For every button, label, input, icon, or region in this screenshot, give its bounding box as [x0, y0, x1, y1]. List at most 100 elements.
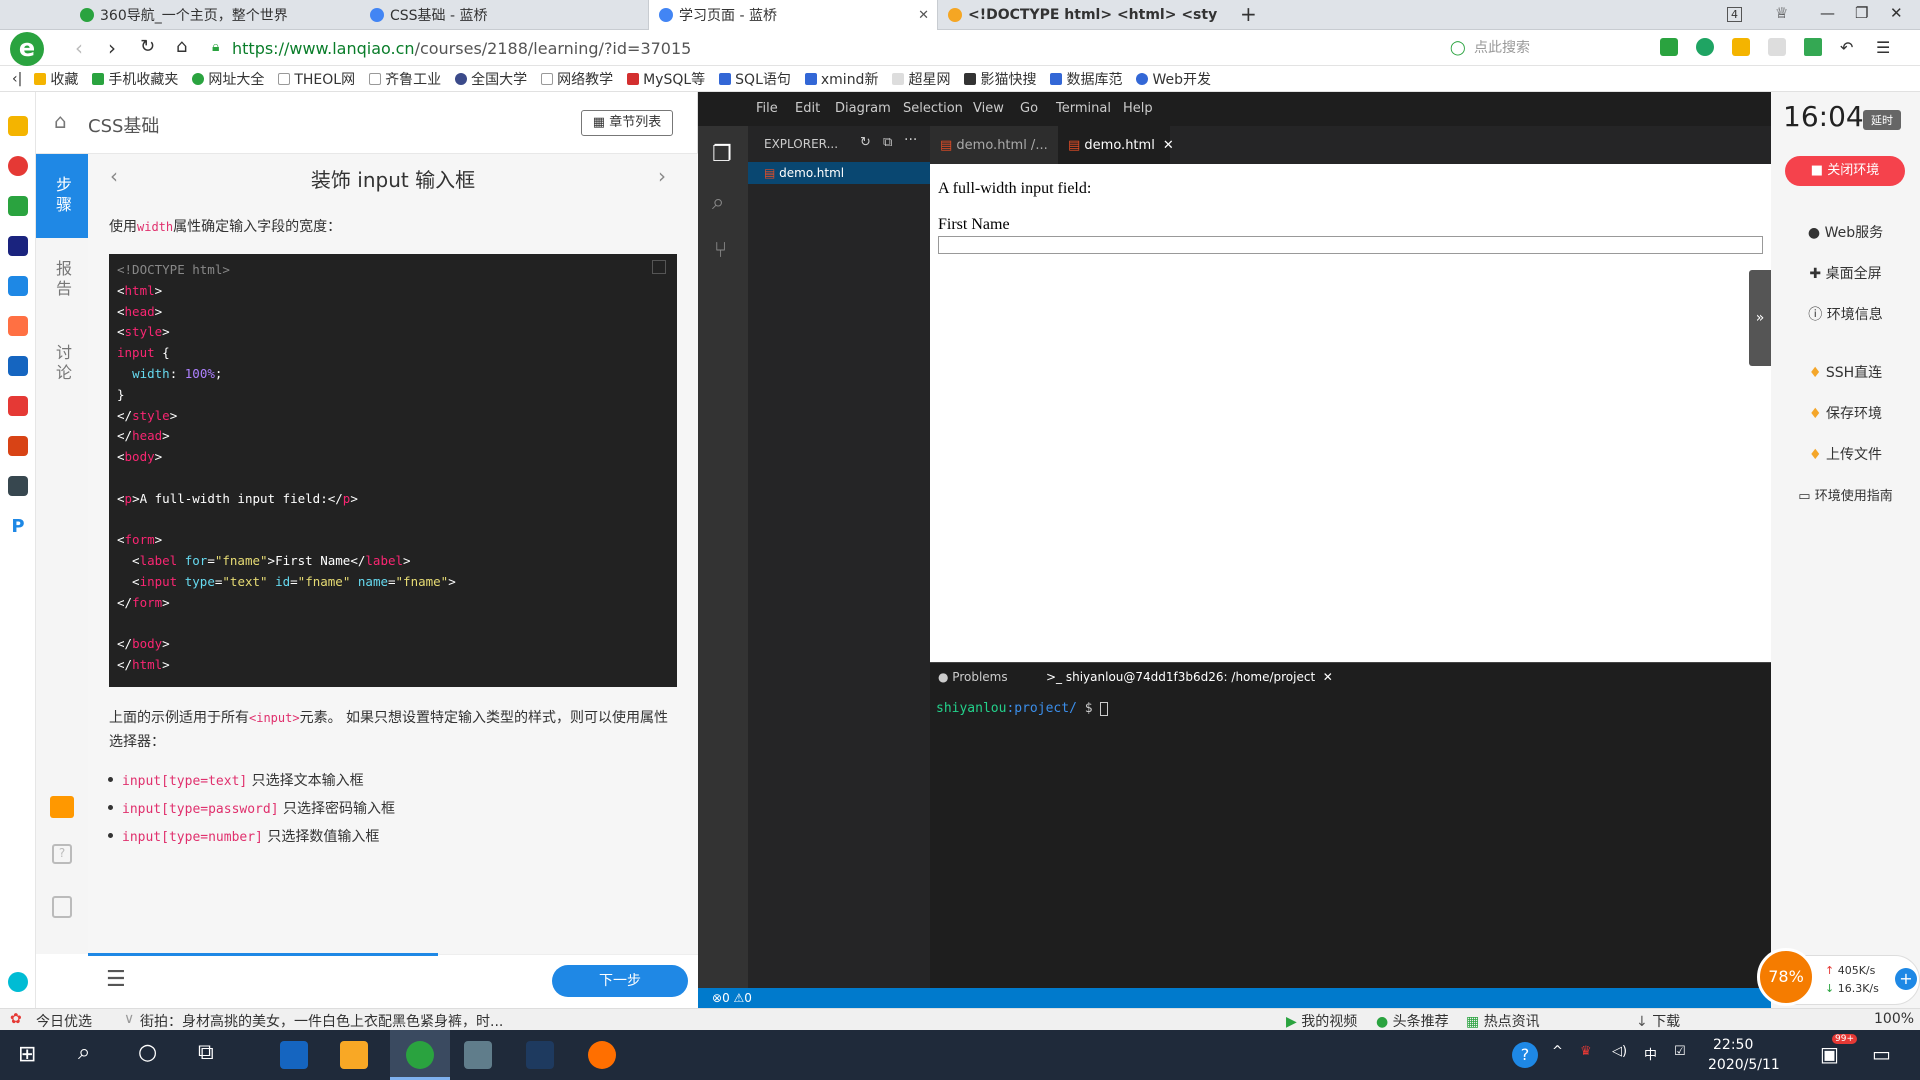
web-service-button[interactable]: ● Web服务: [1771, 222, 1920, 242]
bookmark-item[interactable]: Web开发: [1136, 69, 1211, 89]
app-icon[interactable]: [8, 236, 28, 256]
more-icon[interactable]: ···: [904, 132, 917, 148]
reload-icon[interactable]: ↻: [140, 36, 155, 57]
search-input[interactable]: ◯ 点此搜索: [1448, 36, 1638, 60]
tab-360[interactable]: 360导航_一个主页，整个世界: [70, 0, 360, 30]
tray-icon[interactable]: ♛: [1580, 1044, 1592, 1059]
download-link[interactable]: ↓ 下载: [1636, 1011, 1680, 1031]
today-picks[interactable]: 今日优选: [36, 1011, 92, 1031]
source-control-icon[interactable]: ⑂: [714, 238, 727, 263]
preview-input[interactable]: [938, 236, 1763, 254]
editor-tab[interactable]: ▤ demo.html /...: [930, 126, 1058, 164]
skin-icon[interactable]: ♕: [1775, 4, 1788, 22]
restore-icon[interactable]: ❐: [1855, 4, 1868, 22]
prev-icon[interactable]: ‹: [110, 164, 118, 188]
taskbar-time[interactable]: 22:50: [1713, 1037, 1753, 1053]
novel-icon[interactable]: [8, 316, 28, 336]
save-env-button[interactable]: ♦ 保存环境: [1771, 403, 1920, 423]
memory-gauge[interactable]: 78%: [1757, 948, 1815, 1006]
bookmark-item[interactable]: 数据库范: [1050, 69, 1122, 89]
side-steps[interactable]: 步骤: [36, 154, 88, 238]
extension-icon[interactable]: [1768, 38, 1786, 56]
edge-icon[interactable]: [280, 1041, 308, 1069]
menu-view[interactable]: View: [973, 101, 1004, 116]
doc-icon[interactable]: [8, 276, 28, 296]
menu-selection[interactable]: Selection: [903, 101, 963, 116]
bookmark-item[interactable]: 齐鲁工业: [369, 69, 441, 89]
menu-edit[interactable]: Edit: [795, 101, 820, 116]
tab-css[interactable]: CSS基础 - 蓝桥: [360, 0, 650, 30]
plus-icon[interactable]: +: [1895, 968, 1917, 990]
chapter-list-button[interactable]: ▦ 章节列表: [581, 110, 673, 136]
news-ticker[interactable]: 街拍：身材高挑的美女，一件白色上衣配黑色紧身裤，时...: [140, 1011, 503, 1031]
close-window-icon[interactable]: ✕: [1890, 4, 1903, 22]
firefox-icon[interactable]: [588, 1041, 616, 1069]
search-icon[interactable]: ⌕: [78, 1040, 90, 1065]
notepad-icon[interactable]: [464, 1041, 492, 1069]
cortana-icon[interactable]: ○: [138, 1040, 157, 1065]
windows-start-icon[interactable]: ⊞: [18, 1042, 36, 1067]
env-guide-button[interactable]: ▭ 环境使用指南: [1771, 485, 1920, 504]
sidebar-toggle-icon[interactable]: ‹|: [12, 71, 22, 87]
menu-file[interactable]: File: [756, 101, 778, 116]
tab-doctype[interactable]: <!DOCTYPE html> <html> <sty: [938, 0, 1228, 30]
taskbar-date[interactable]: 2020/5/11: [1708, 1057, 1780, 1073]
collapse-icon[interactable]: ⧉: [883, 135, 892, 150]
tab-learning[interactable]: 学习页面 - 蓝桥 ✕: [648, 0, 938, 30]
browser-logo-icon[interactable]: e: [10, 32, 44, 66]
undo-icon[interactable]: ↶: [1840, 38, 1858, 57]
problems-tab[interactable]: ● Problems: [938, 670, 1008, 684]
file-explorer-icon[interactable]: [340, 1041, 368, 1069]
files-icon[interactable]: ❐: [712, 142, 732, 167]
close-icon[interactable]: ✕: [1163, 138, 1174, 153]
menu-terminal[interactable]: Terminal: [1056, 101, 1111, 116]
extension-icon[interactable]: [1732, 38, 1750, 56]
p-icon[interactable]: P: [8, 516, 28, 537]
url-field[interactable]: https://www.lanqiao.cn/courses/2188/lear…: [232, 37, 1392, 61]
mysql-icon[interactable]: [526, 1041, 554, 1069]
copy-icon[interactable]: [652, 260, 666, 274]
help-icon[interactable]: ?: [52, 844, 72, 864]
tool-icon[interactable]: [52, 946, 74, 954]
chevron-down-icon[interactable]: ∨: [124, 1011, 134, 1027]
search-icon[interactable]: ⌕: [712, 190, 724, 215]
close-icon[interactable]: ✕: [918, 8, 929, 23]
menu-help[interactable]: Help: [1123, 101, 1153, 116]
bookmark-item[interactable]: xmind新: [804, 69, 878, 89]
next-icon[interactable]: ›: [658, 164, 666, 188]
menu-icon[interactable]: ☰: [1876, 38, 1894, 57]
my-video-link[interactable]: ▶ 我的视频: [1286, 1011, 1357, 1031]
terminal-tab[interactable]: >_ shiyanlou@74dd1f3b6d26: /home/project…: [1046, 670, 1333, 684]
menu-diagram[interactable]: Diagram: [835, 101, 891, 116]
upload-button[interactable]: ♦ 上传文件: [1771, 444, 1920, 464]
home-icon[interactable]: ⌂: [176, 36, 187, 57]
zoom-level[interactable]: 100%: [1874, 1011, 1914, 1027]
headline-link[interactable]: ● 头条推荐: [1376, 1011, 1449, 1031]
side-discuss[interactable]: 讨论: [36, 322, 88, 406]
weibo-icon[interactable]: [8, 156, 28, 176]
check-icon[interactable]: ☑: [1674, 1044, 1686, 1059]
list-icon[interactable]: ☰: [106, 967, 126, 992]
bookmark-item[interactable]: SQL语句: [719, 69, 791, 89]
net-widget[interactable]: 78% ↑ 405K/s ↓ 16.3K/s +: [1757, 948, 1920, 1006]
calendar-icon[interactable]: ▣: [1820, 1042, 1839, 1066]
chevron-up-icon[interactable]: ^: [1552, 1044, 1563, 1059]
report-icon[interactable]: [52, 896, 72, 918]
hot-news-link[interactable]: ▦ 热点资讯: [1466, 1011, 1540, 1031]
ssh-button[interactable]: ♦ SSH直连: [1771, 362, 1920, 382]
help-icon[interactable]: ?: [1512, 1042, 1538, 1068]
menu-go[interactable]: Go: [1020, 101, 1038, 116]
chart-icon[interactable]: [50, 796, 74, 818]
extension-icon[interactable]: [1696, 38, 1714, 56]
add-icon[interactable]: [8, 972, 28, 992]
game-icon[interactable]: [8, 436, 28, 456]
expand-panel-icon[interactable]: »: [1749, 270, 1771, 366]
active-app-slot[interactable]: [390, 1030, 450, 1080]
bookmark-item[interactable]: THEOL网: [278, 69, 355, 89]
apps-icon[interactable]: [1804, 38, 1822, 56]
tab-count[interactable]: 4: [1727, 7, 1742, 22]
bookmark-item[interactable]: 全国大学: [455, 69, 527, 89]
ime-indicator[interactable]: 中: [1644, 1044, 1657, 1063]
explorer-file-item[interactable]: ▤ demo.html: [748, 162, 930, 184]
close-env-button[interactable]: ■ 关闭环境: [1785, 156, 1905, 186]
